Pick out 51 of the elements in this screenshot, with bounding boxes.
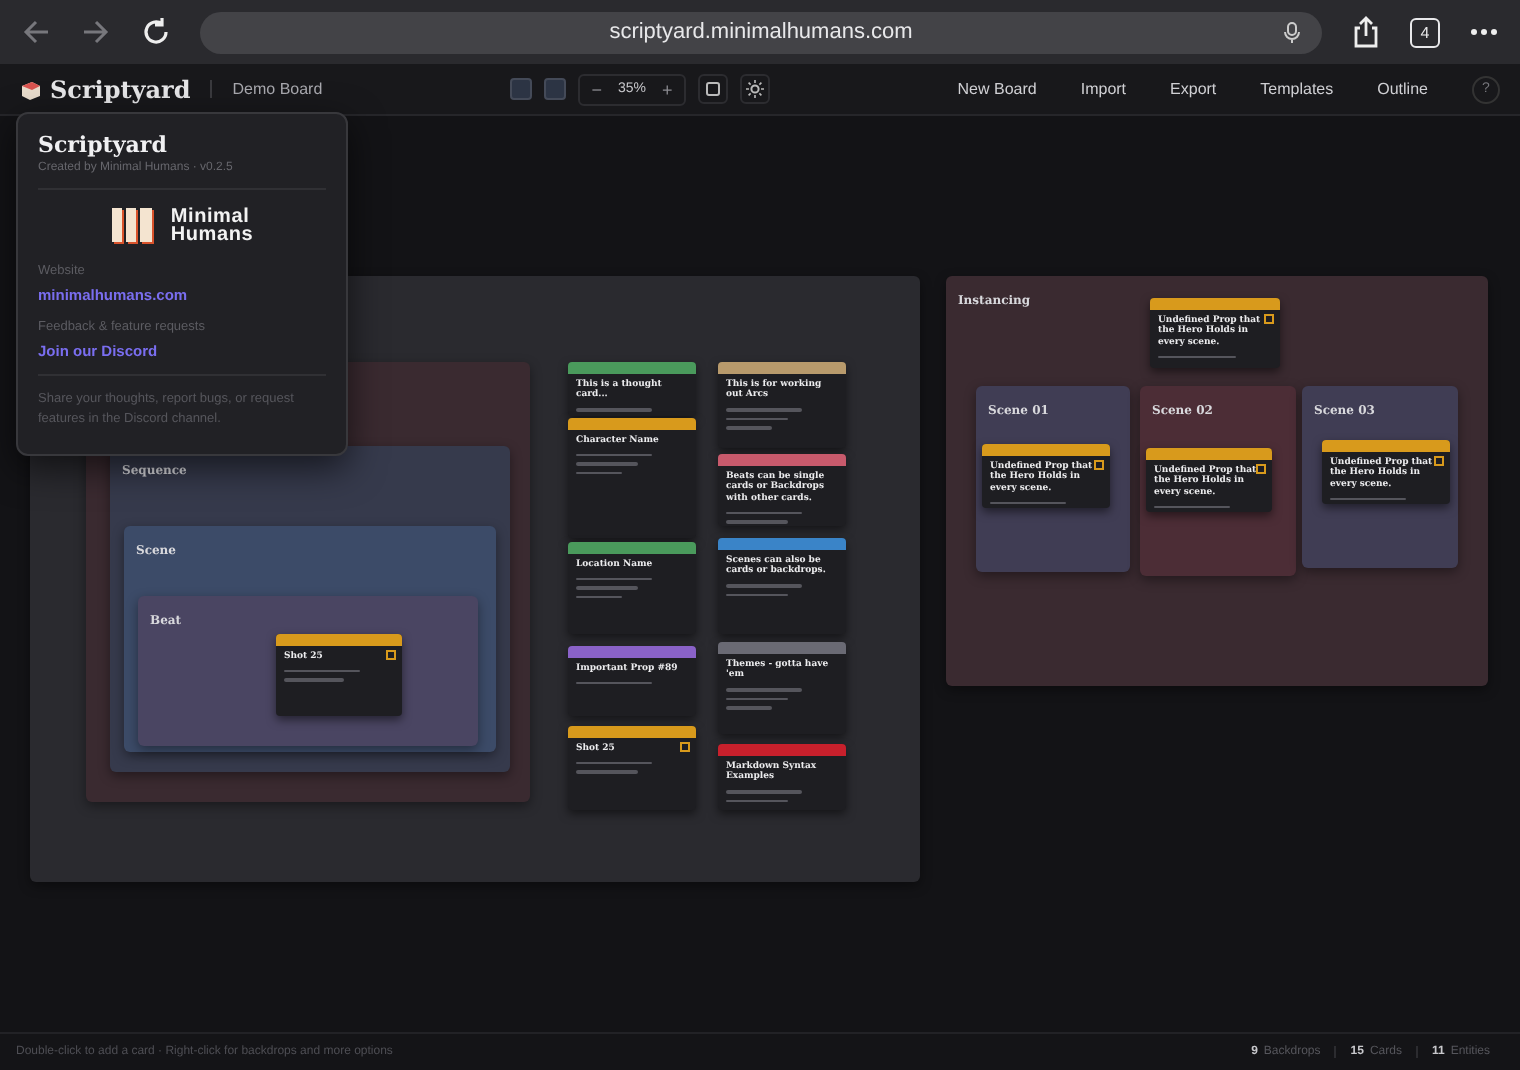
text-line [576, 408, 653, 412]
text-line [726, 511, 803, 515]
address-bar[interactable]: scriptyard.minimalhumans.com [200, 11, 1322, 53]
text-line [576, 577, 653, 581]
logo-text: Minimal Humans [170, 207, 254, 245]
forward-icon[interactable] [80, 16, 112, 48]
text-line [576, 770, 638, 774]
text-line [576, 471, 623, 475]
text-line [726, 426, 773, 430]
nav-link[interactable]: Export [1170, 80, 1217, 98]
text-line [726, 697, 788, 701]
text-line [726, 417, 788, 421]
board-name: Demo Board [210, 80, 323, 98]
book-icon [20, 79, 42, 99]
nav-link[interactable]: Import [1080, 80, 1127, 98]
text-line [576, 586, 638, 590]
backdrop[interactable] [946, 276, 1488, 686]
zoom-in-button[interactable]: + [661, 79, 673, 99]
text-line [726, 520, 788, 524]
nav-link[interactable]: Outline [1377, 80, 1428, 98]
text-line [576, 761, 653, 765]
text-line [726, 408, 803, 412]
nav-link[interactable]: New Board [957, 80, 1037, 98]
square-icon [706, 82, 721, 96]
text-line [726, 790, 803, 794]
popup-title: Scriptyard [38, 132, 169, 158]
text-line [284, 669, 360, 673]
text-line [576, 595, 623, 599]
text-line [576, 462, 638, 466]
app-logo: Scriptyard [50, 75, 191, 103]
text-line [726, 706, 773, 710]
theme-button[interactable] [740, 74, 771, 104]
reload-icon[interactable] [140, 16, 172, 48]
text-line [726, 799, 788, 803]
text-line [726, 688, 803, 692]
text-line [576, 453, 653, 457]
text-line [726, 584, 803, 588]
share-icon[interactable] [1350, 16, 1382, 48]
text-line [1158, 355, 1236, 359]
text-line [1154, 505, 1230, 509]
text-line [1330, 497, 1407, 501]
text-line [576, 681, 653, 685]
text-line [284, 678, 345, 682]
zoom-out-button[interactable]: − [591, 79, 602, 99]
back-icon[interactable] [20, 16, 52, 48]
nav-link[interactable]: Templates [1260, 80, 1334, 98]
tab-count[interactable]: 4 [1410, 17, 1440, 47]
fit-button[interactable] [698, 74, 729, 104]
text-line [726, 593, 788, 597]
microphone-icon[interactable] [1282, 21, 1302, 43]
text-line [990, 501, 1067, 505]
